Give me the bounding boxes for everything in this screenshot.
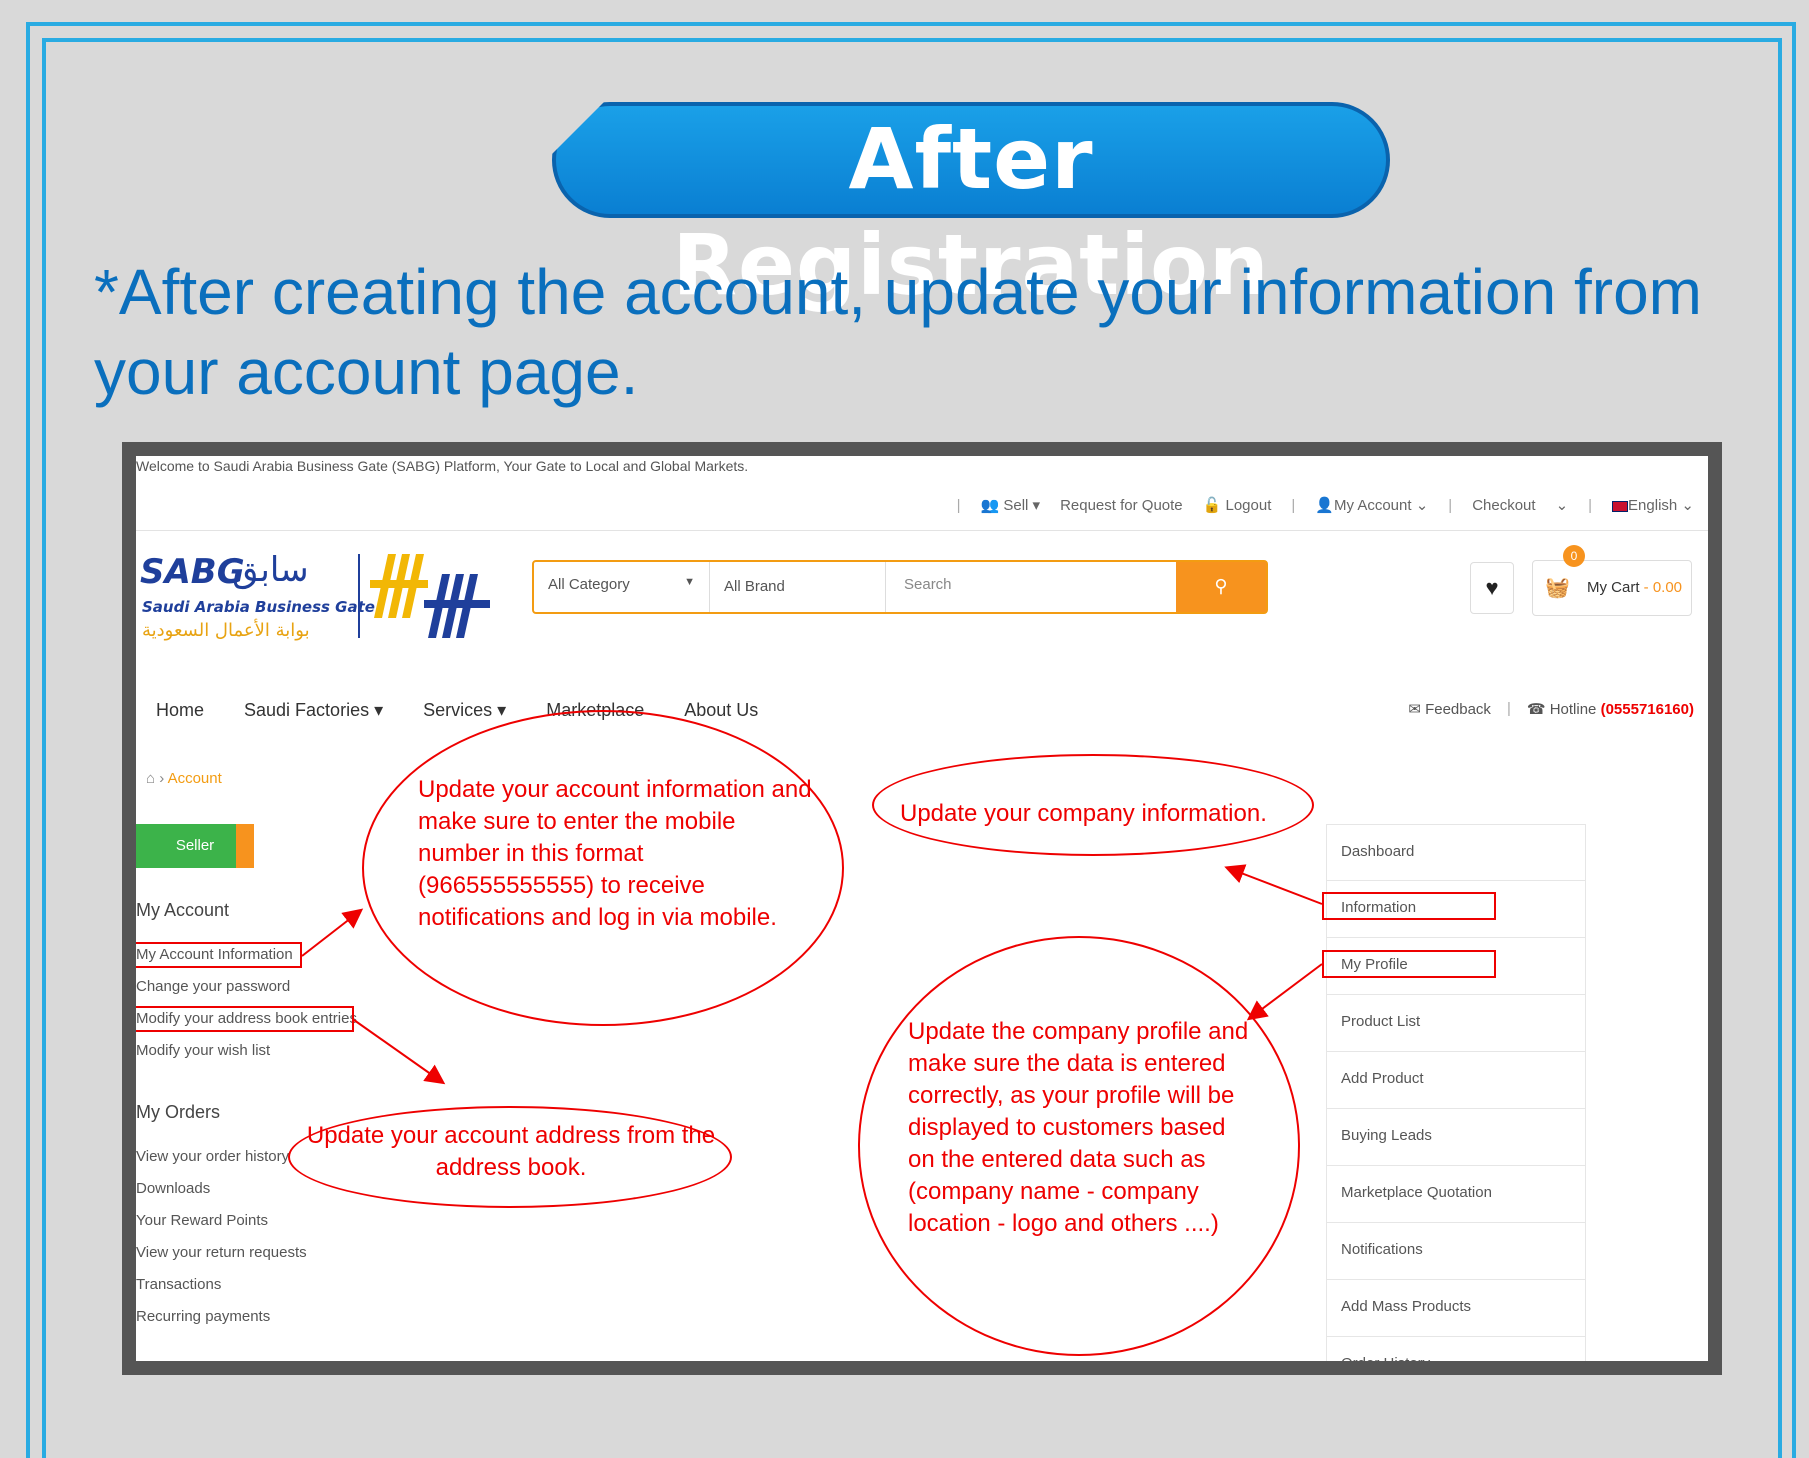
intro-text: *After creating the account, update your… <box>94 256 1702 408</box>
slide-title: After Registration <box>552 102 1390 314</box>
arrow-address <box>353 1019 446 1085</box>
title-notch <box>552 102 604 154</box>
website-page: Welcome to Saudi Arabia Business Gate (S… <box>136 456 1708 1361</box>
arrow-company-info <box>1224 864 1323 905</box>
arrow-account-info <box>301 908 364 957</box>
annotation-arrows <box>301 864 1323 1085</box>
arrow-profile <box>1246 963 1323 1021</box>
